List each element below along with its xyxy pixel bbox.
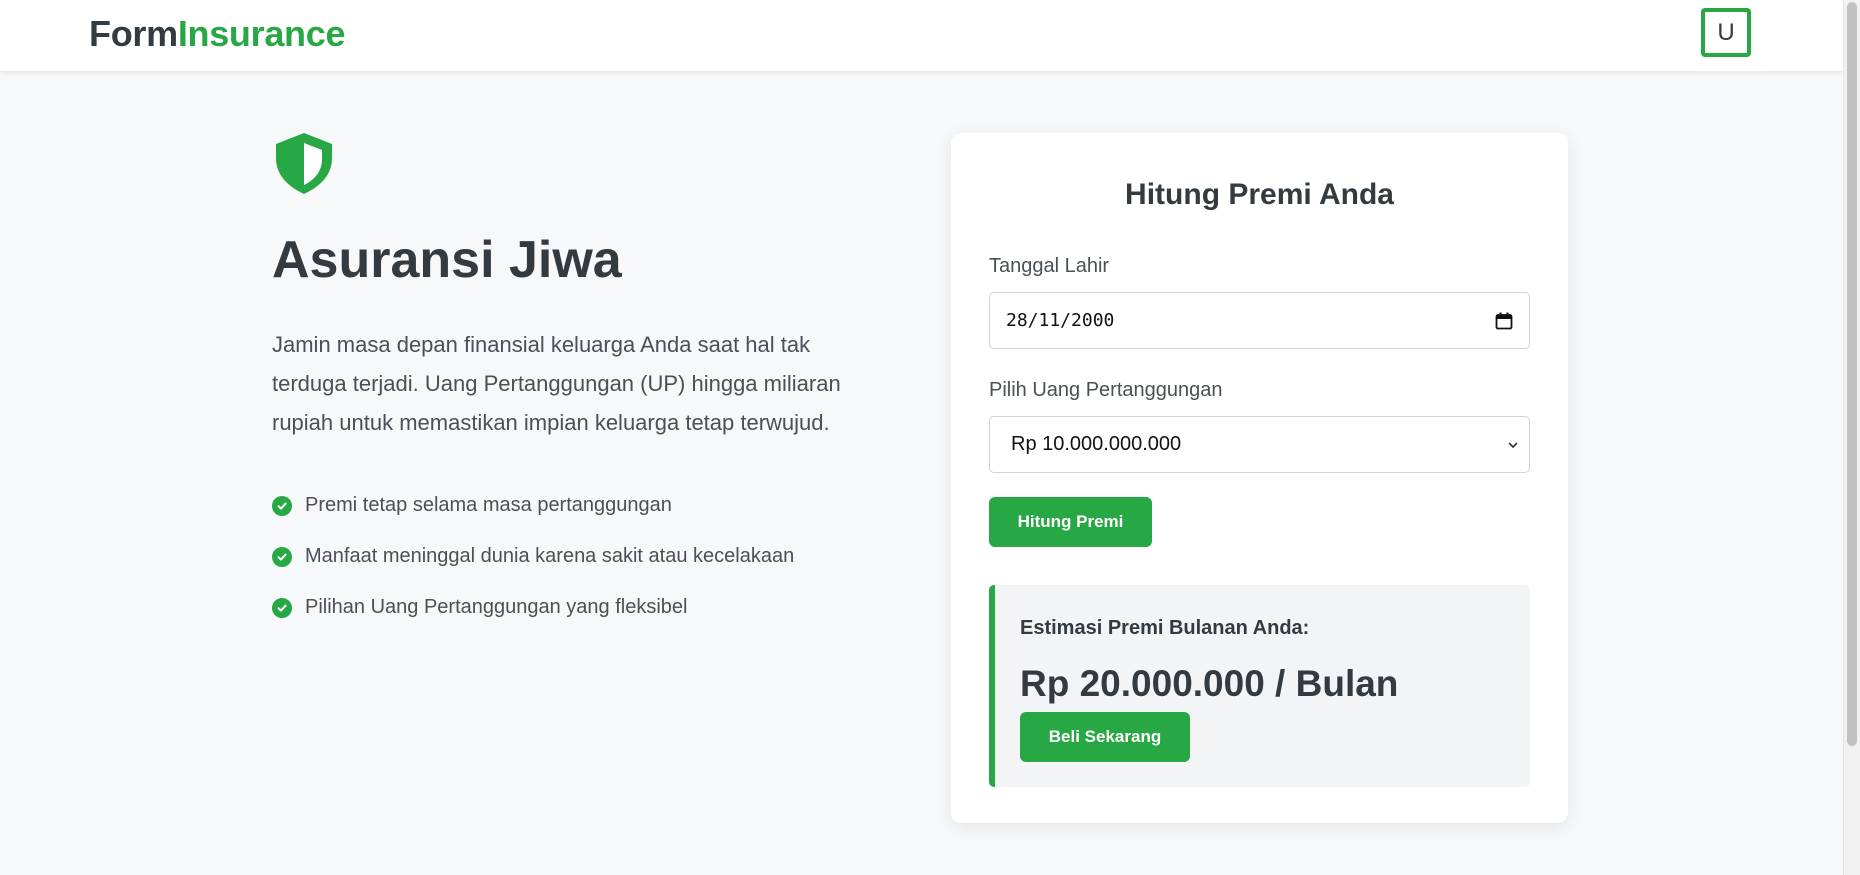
feature-item: Pilihan Uang Pertanggungan yang fleksibe… [272,582,794,633]
calendar-icon[interactable] [1495,312,1513,330]
check-circle-icon [272,495,292,516]
calculator-title: Hitung Premi Anda [1125,178,1394,211]
birthdate-value: 28/11/2000 [1006,310,1115,331]
check-circle-icon [272,546,292,567]
feature-text: Manfaat meninggal dunia karena sakit ata… [305,545,795,567]
monthly-premium-value: Rp 20.000.000 / Bulan [1020,663,1399,704]
brand-name-insurance: Insurance [177,13,346,54]
sum-assured-select[interactable]: Rp 10.000.000.000 [989,416,1530,473]
birthdate-input[interactable]: 28/11/2000 [989,292,1530,349]
page-scrollbar[interactable] [1843,0,1860,875]
premium-result-box: Estimasi Premi Bulanan Anda: Rp 20.000.0… [989,585,1530,787]
feature-item: Manfaat meninggal dunia karena sakit ata… [272,531,794,582]
brand-logo[interactable]: FormInsurance [89,13,345,55]
scrollbar-thumb[interactable] [1847,2,1857,746]
buy-now-button[interactable]: Beli Sekarang [1020,712,1190,762]
premium-calculator-card: Hitung Premi Anda Tanggal Lahir 28/11/20… [951,133,1568,823]
brand-name-form: Form [89,13,178,54]
result-label: Estimasi Premi Bulanan Anda: [1020,617,1310,639]
birthdate-label: Tanggal Lahir [989,255,1110,277]
sum-assured-label: Pilih Uang Pertanggungan [989,379,1223,401]
feature-text: Pilihan Uang Pertanggungan yang fleksibe… [305,596,688,618]
user-avatar-button[interactable]: U [1701,8,1751,57]
feature-text: Premi tetap selama masa pertanggungan [305,494,672,516]
check-circle-icon [272,597,292,618]
top-navbar: FormInsurance U [0,0,1843,71]
sum-assured-selected-value: Rp 10.000.000.000 [1011,433,1182,455]
calculate-premium-button[interactable]: Hitung Premi [989,497,1152,547]
feature-list: Premi tetap selama masa pertanggungan Ma… [272,480,794,633]
shield-icon [276,133,332,194]
chevron-down-icon [1508,442,1518,448]
hero-description: Jamin masa depan finansial keluarga Anda… [272,332,841,435]
feature-item: Premi tetap selama masa pertanggungan [272,480,794,531]
page-title: Asuransi Jiwa [272,231,622,289]
